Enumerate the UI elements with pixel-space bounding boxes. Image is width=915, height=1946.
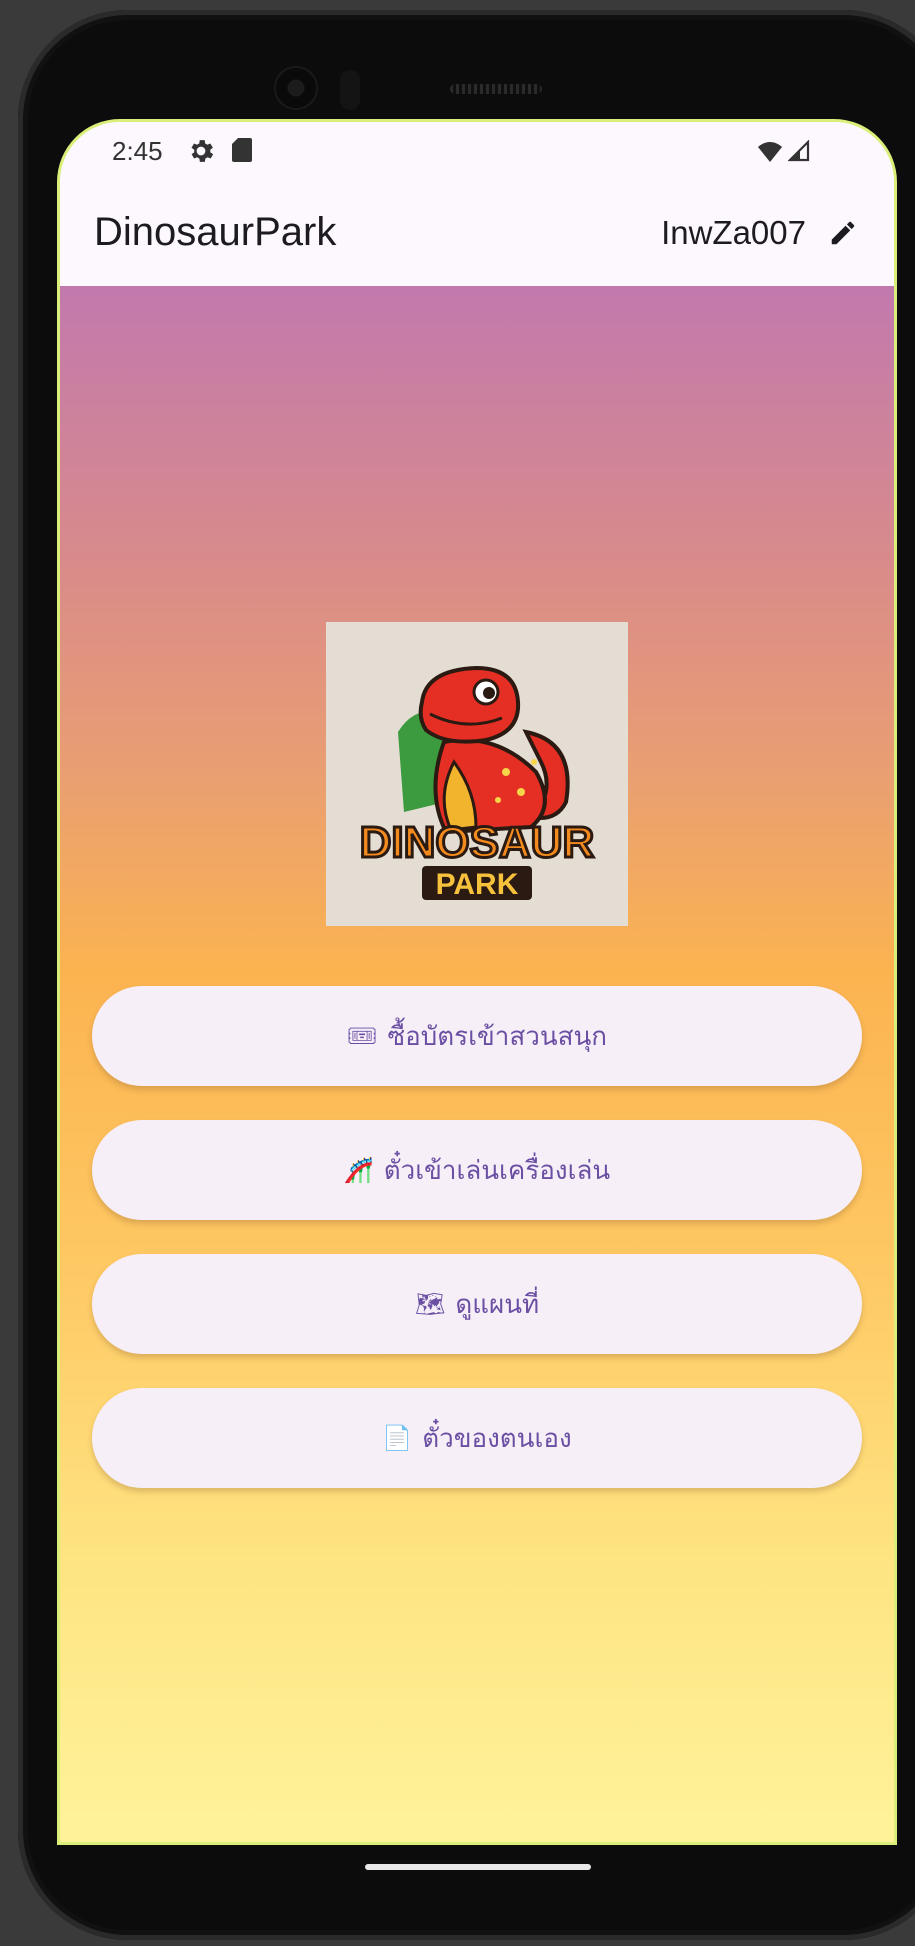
logo-text-dinosaur: DINOSAUR xyxy=(360,818,595,867)
proximity-sensor xyxy=(340,70,360,110)
map-icon: 🗺 xyxy=(414,1290,446,1318)
roller-coaster-icon: 🎢 xyxy=(343,1156,374,1184)
my-tickets-button[interactable]: 📄 ตั๋วของตนเอง xyxy=(92,1388,862,1488)
earpiece-speaker xyxy=(450,84,542,94)
status-time: 2:45 xyxy=(112,136,163,166)
logo-text-park: PARK xyxy=(436,868,519,901)
main-content: DINOSAUR PARK 🎟 ซื้อบัตรเข้าสวนสนุก 🎢 ตั… xyxy=(60,286,894,1842)
wifi-icon xyxy=(758,142,782,162)
front-camera xyxy=(276,68,316,108)
gesture-nav-bar xyxy=(60,1842,894,1882)
my-tickets-label: ตั๋วของตนเอง xyxy=(422,1423,572,1454)
signal-icon xyxy=(788,140,810,162)
ticket-icon: 🎟 xyxy=(347,1022,378,1050)
dinosaur-mascot-icon: DINOSAUR PARK xyxy=(358,665,596,901)
edit-pencil-icon[interactable] xyxy=(828,218,858,248)
view-map-button[interactable]: 🗺 ดูแผนที่ xyxy=(92,1254,862,1354)
home-gesture-handle[interactable] xyxy=(365,1864,591,1870)
ride-ticket-button[interactable]: 🎢 ตั๋วเข้าเล่นเครื่องเล่น xyxy=(92,1120,862,1220)
phone-screen: 2:45 DinosaurPark InwZa007 DINOSAUR PARK… xyxy=(60,122,894,1842)
ride-ticket-label: ตั๋วเข้าเล่นเครื่องเล่น xyxy=(383,1155,611,1186)
sd-card-icon xyxy=(232,138,252,162)
dinosaur-park-logo: DINOSAUR PARK xyxy=(326,622,628,926)
view-map-label: ดูแผนที่ xyxy=(455,1289,540,1320)
user-name[interactable]: InwZa007 xyxy=(661,214,806,252)
main-menu: 🎟 ซื้อบัตรเข้าสวนสนุก 🎢 ตั๋วเข้าเล่นเครื… xyxy=(92,986,862,1522)
app-bar: DinosaurPark InwZa007 xyxy=(60,182,894,286)
gear-icon xyxy=(191,140,214,162)
status-bar: 2:45 xyxy=(60,122,894,182)
buy-park-ticket-button[interactable]: 🎟 ซื้อบัตรเข้าสวนสนุก xyxy=(92,986,862,1086)
document-icon: 📄 xyxy=(382,1424,413,1452)
app-title: DinosaurPark xyxy=(94,210,337,254)
buy-park-ticket-label: ซื้อบัตรเข้าสวนสนุก xyxy=(387,1021,607,1052)
